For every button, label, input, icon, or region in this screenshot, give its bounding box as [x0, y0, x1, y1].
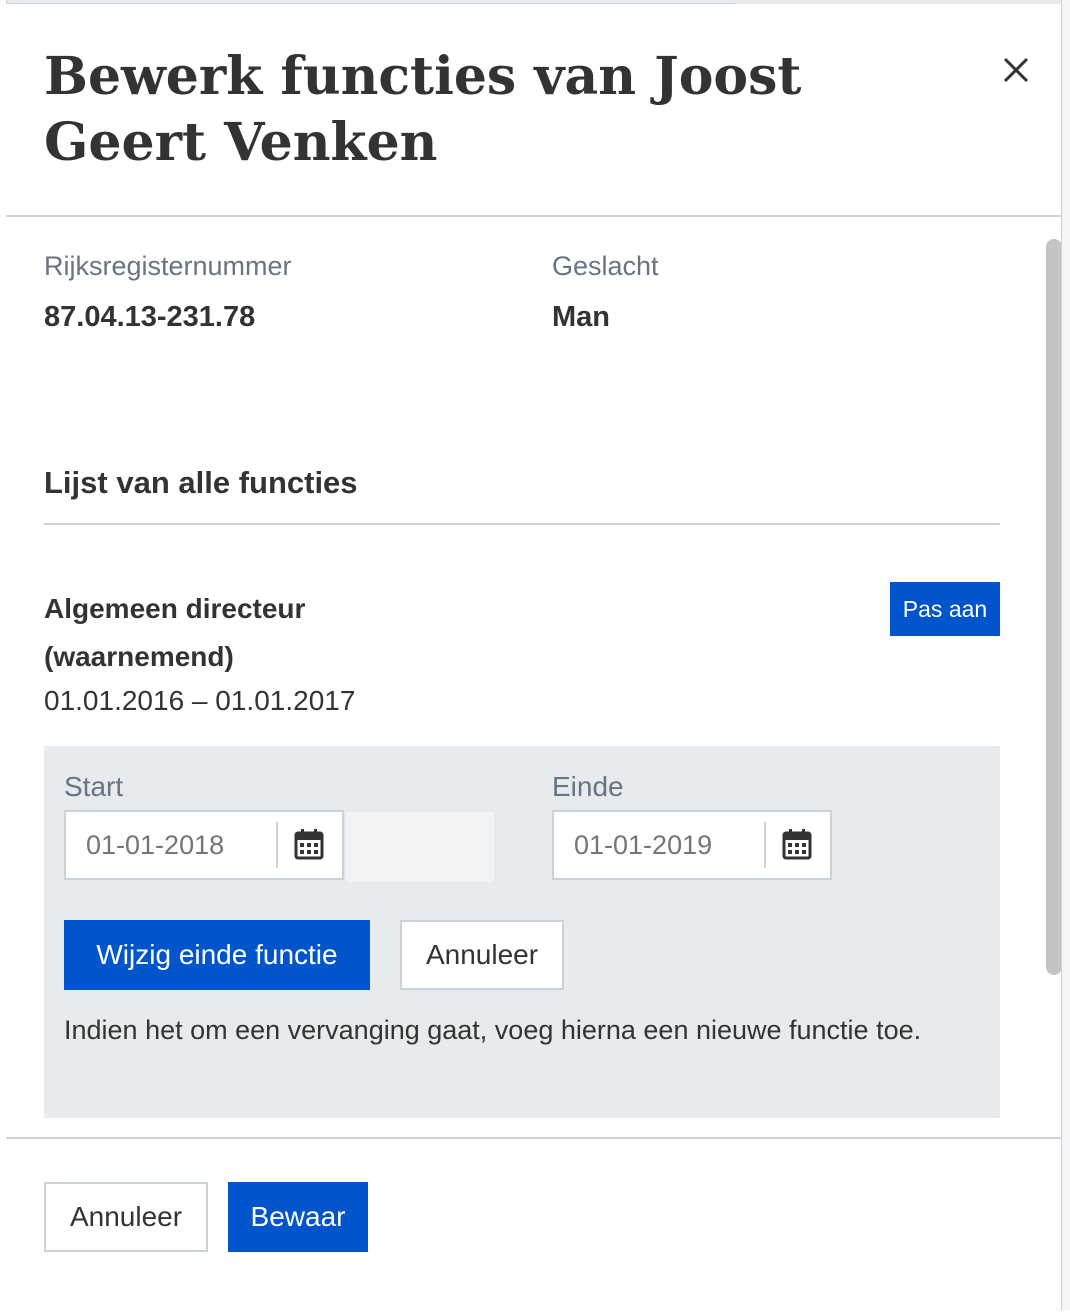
start-date-field: [64, 810, 494, 882]
calendar-icon[interactable]: [782, 828, 812, 860]
cancel-button[interactable]: Annuleer: [44, 1182, 208, 1252]
end-date-label: Einde: [552, 771, 624, 802]
start-date-label: Start: [64, 771, 124, 802]
rrn-label: Rijksregisternummer: [44, 251, 292, 281]
function-title: Algemeen directeur (waarnemend): [44, 593, 306, 672]
cancel-edit-button[interactable]: Annuleer: [400, 920, 564, 990]
dialog-header: Bewerk functies van Joost Geert Venken: [6, 4, 1061, 217]
dialog-title: Bewerk functies van Joost Geert Venken: [44, 46, 802, 173]
change-end-function-button[interactable]: Wijzig einde functie: [64, 920, 370, 990]
start-date-extension: [346, 812, 494, 882]
edit-functions-dialog: Bewerk functies van Joost Geert Venken R…: [6, 4, 1061, 1312]
gender-label: Geslacht: [552, 251, 659, 281]
calendar-icon[interactable]: [294, 828, 324, 860]
end-date-input[interactable]: [554, 812, 764, 878]
gender-value: Man: [552, 301, 610, 333]
replacement-info-text: Indien het om een vervanging gaat, voeg …: [64, 1015, 922, 1045]
scrollbar-thumb[interactable]: [1046, 239, 1061, 975]
functions-section-title: Lijst van alle functies: [44, 465, 358, 500]
end-date-field: [552, 810, 832, 880]
function-period: 01.01.2016 – 01.01.2017: [44, 685, 356, 716]
close-icon[interactable]: [1000, 54, 1032, 86]
dialog-footer: Annuleer Bewaar: [6, 1137, 1061, 1312]
section-divider: [44, 523, 1000, 525]
edit-function-panel: Start 01-01-2018 Einde 01-01-2019 Wijzig…: [44, 746, 1000, 1118]
dialog-body: Rijksregisternummer 87.04.13-231.78 Gesl…: [6, 217, 1061, 1137]
edit-function-button[interactable]: Pas aan: [890, 582, 1000, 636]
save-button[interactable]: Bewaar: [228, 1182, 368, 1252]
background-page-right: [1061, 0, 1070, 1310]
start-date-input[interactable]: [66, 812, 276, 878]
rrn-value: 87.04.13-231.78: [44, 301, 256, 333]
input-divider: [764, 822, 766, 868]
input-divider: [276, 822, 278, 868]
